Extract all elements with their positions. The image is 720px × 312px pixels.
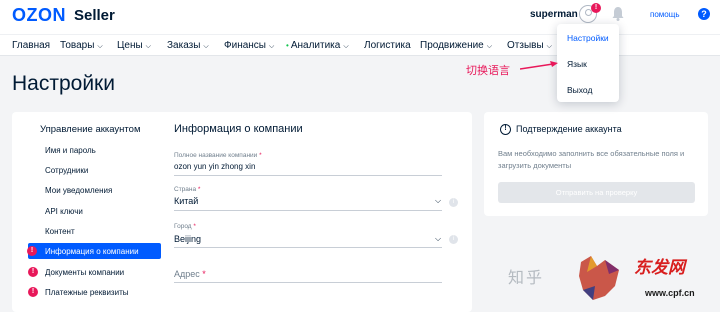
field-underline — [174, 175, 442, 176]
nav-item-logistics[interactable]: Логистика — [364, 40, 411, 51]
company-name-label: Полное название компании * — [174, 152, 262, 159]
field-underline — [174, 247, 442, 248]
verification-title: Подтверждение аккаунта — [516, 124, 622, 134]
settings-card: Управление аккаунтом Имя и пароль Сотруд… — [12, 112, 472, 312]
submit-for-review-button[interactable]: Отправить на проверку — [498, 182, 695, 203]
watermark-url: www.cpf.cn — [645, 288, 695, 298]
company-info-title: Информация о компании — [174, 123, 303, 135]
nav-item-prices[interactable]: Цены ⌵ — [117, 40, 151, 51]
city-label: Город * — [174, 223, 196, 230]
nav-item-analytics[interactable]: • Аналитика ⌵ — [286, 40, 349, 51]
username[interactable]: superman — [530, 9, 578, 20]
sidebar-title: Управление аккаунтом — [40, 124, 141, 135]
sidebar-item-company-documents[interactable]: Документы компании — [45, 268, 124, 277]
arrow-icon — [520, 61, 558, 70]
menu-item-settings[interactable]: Настройки — [567, 33, 609, 43]
chevron-down-icon: ⌵ — [343, 43, 349, 50]
chevron-down-icon[interactable]: ⌵ — [435, 234, 441, 244]
ozon-logo[interactable]: OZON — [12, 5, 66, 26]
country-select[interactable]: Китай — [174, 196, 198, 206]
menu-item-language[interactable]: Язык — [567, 59, 587, 69]
watermark-text: 知乎 — [508, 268, 545, 287]
chevron-down-icon: ⌵ — [145, 43, 151, 50]
nav-item-reviews[interactable]: Отзывы ⌵ — [507, 40, 552, 51]
country-label: Страна * — [174, 186, 201, 193]
menu-item-logout[interactable]: Выход — [567, 85, 592, 95]
company-name-field[interactable]: ozon yun yin zhong xin — [174, 162, 255, 171]
verification-text: Вам необходимо заполнить все обязательны… — [498, 149, 685, 170]
field-underline — [174, 282, 442, 283]
chevron-down-icon[interactable]: ⌵ — [435, 196, 441, 206]
field-underline — [174, 210, 442, 211]
alert-icon: ! — [28, 287, 38, 297]
verification-card: ! Подтверждение аккаунта Вам необходимо … — [484, 112, 708, 216]
sidebar-item-api-keys[interactable]: API ключи — [45, 207, 83, 216]
help-icon[interactable]: ? — [698, 8, 710, 20]
chevron-down-icon: ⌵ — [97, 43, 103, 50]
nav-item-promotion[interactable]: Продвижение ⌵ — [420, 40, 492, 51]
seller-label[interactable]: Seller — [74, 7, 115, 24]
alert-icon: ! — [27, 246, 37, 256]
bull-logo-icon — [579, 256, 619, 300]
chevron-down-icon: ⌵ — [486, 43, 493, 50]
sidebar-item-name-password[interactable]: Имя и пароль — [45, 146, 96, 155]
page-title: Настройки — [12, 72, 115, 95]
sidebar-item-notifications[interactable]: Мои уведомления — [45, 186, 112, 195]
sidebar-item-content[interactable]: Контент — [45, 227, 75, 236]
alert-circle-icon: ! — [500, 124, 511, 135]
sidebar-item-company-info[interactable]: Информация о компании — [28, 243, 161, 259]
alert-icon: ! — [28, 267, 38, 277]
user-menu-dropdown: Настройки Язык Выход — [557, 24, 619, 102]
sidebar-item-payment-details[interactable]: Платежные реквизиты — [45, 288, 128, 297]
nav-item-home[interactable]: Главная — [12, 40, 50, 51]
sidebar-item-employees[interactable]: Сотрудники — [45, 166, 88, 175]
bell-icon[interactable] — [611, 6, 625, 21]
address-field[interactable]: Адрес * — [174, 269, 206, 279]
annotation-label: 切换语言 — [466, 64, 510, 77]
city-select[interactable]: Beijing — [174, 234, 201, 244]
info-icon[interactable]: i — [449, 235, 458, 244]
chevron-down-icon: ⌵ — [268, 43, 275, 50]
info-icon[interactable]: i — [449, 198, 458, 207]
nav-item-orders[interactable]: Заказы ⌵ — [167, 40, 209, 51]
avatar-alert-badge: ! — [591, 3, 601, 13]
help-link[interactable]: помощь — [650, 10, 679, 19]
nav-item-products[interactable]: Товары ⌵ — [60, 40, 103, 51]
watermark-site-name: 东发网 — [634, 258, 685, 278]
chevron-down-icon: ⌵ — [546, 43, 552, 50]
dot-icon: • — [286, 41, 289, 50]
nav-item-finance[interactable]: Финансы ⌵ — [224, 40, 274, 51]
chevron-down-icon: ⌵ — [203, 43, 209, 50]
